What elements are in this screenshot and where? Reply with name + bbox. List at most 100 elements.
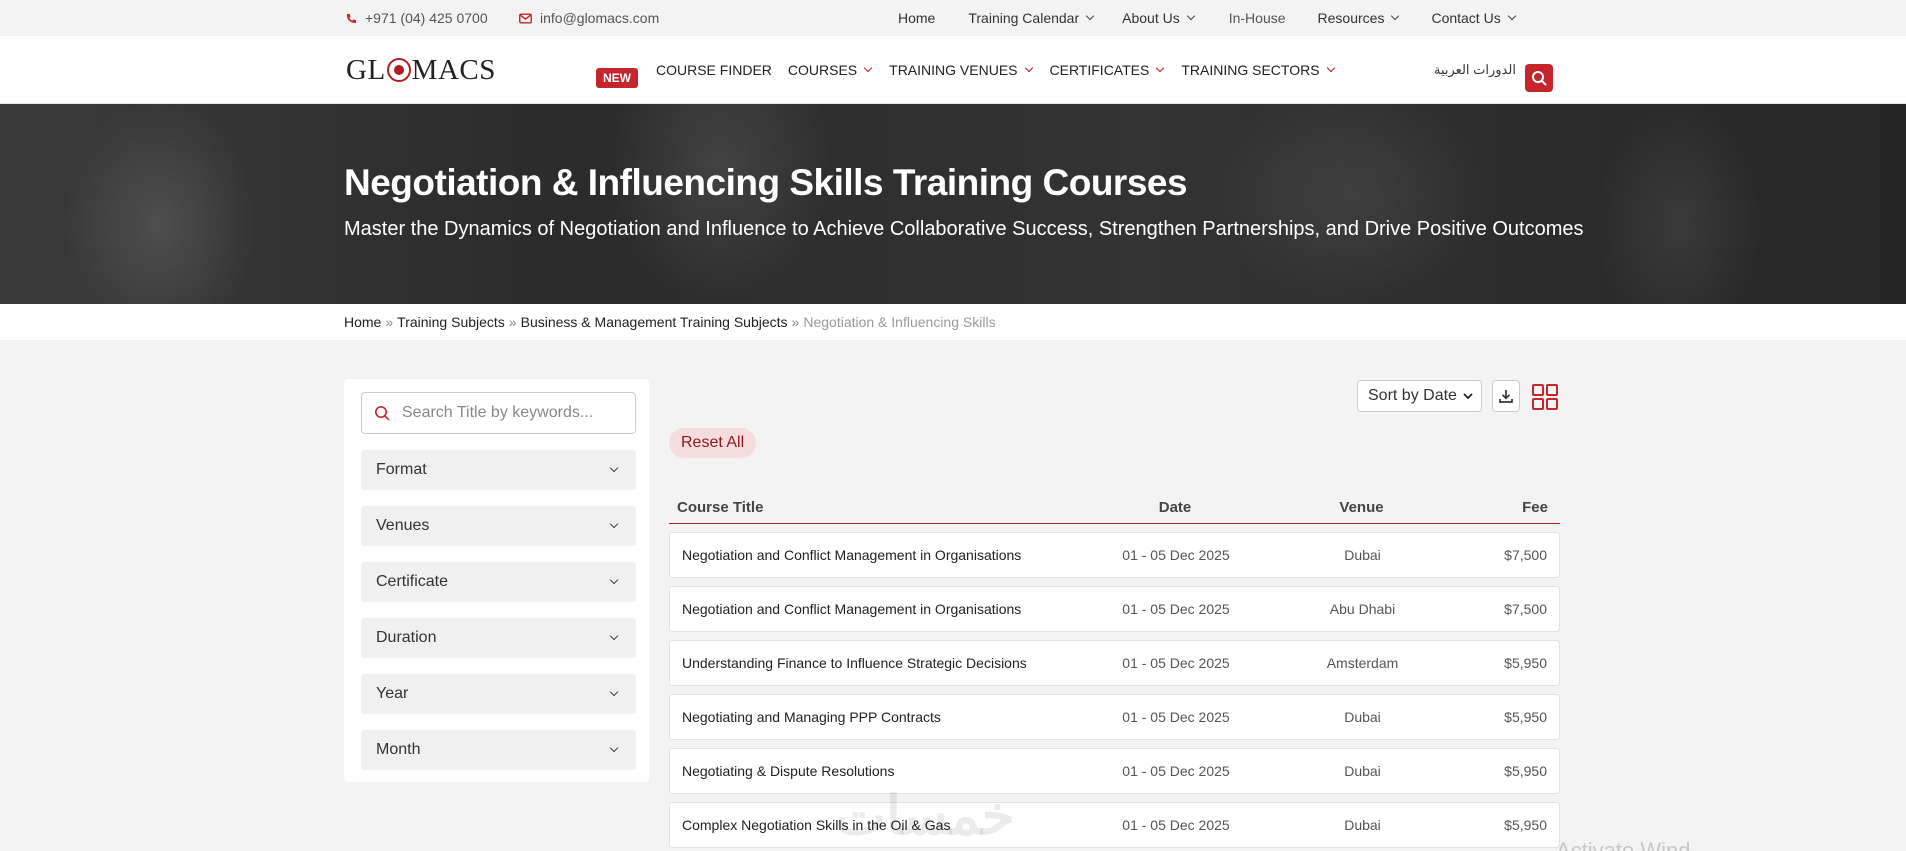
header-venue[interactable]: Venue xyxy=(1279,492,1444,523)
nav-training-sectors[interactable]: TRAINING SECTORS xyxy=(1181,62,1335,78)
top-nav-in-house[interactable]: In-House xyxy=(1229,10,1286,26)
table-row[interactable]: Negotiation and Conflict Management in O… xyxy=(669,532,1560,578)
chevron-down-icon xyxy=(609,575,619,585)
course-venue: Dubai xyxy=(1344,763,1381,779)
filter-year[interactable]: Year xyxy=(361,674,636,714)
top-nav-label: Resources xyxy=(1317,10,1385,26)
table-row[interactable]: Negotiation and Conflict Management in O… xyxy=(669,586,1560,632)
chevron-down-icon xyxy=(1507,11,1516,21)
breadcrumb-separator: » xyxy=(385,314,394,330)
phone-number[interactable]: +971 (04) 425 0700 xyxy=(365,10,488,26)
breadcrumb-training-subjects[interactable]: Training Subjects xyxy=(397,314,505,330)
course-date: 01 - 05 Dec 2025 xyxy=(1122,547,1230,563)
mail-icon xyxy=(519,12,532,24)
top-nav-label: Contact Us xyxy=(1431,10,1501,26)
chevron-down-icon xyxy=(1463,392,1473,399)
top-nav-training-calendar[interactable]: Training Calendar xyxy=(968,10,1095,26)
top-nav-label: Training Calendar xyxy=(968,10,1080,26)
logo-text-right: MACS xyxy=(411,53,496,86)
sort-select[interactable]: Sort by Date xyxy=(1357,380,1482,412)
course-venue: Abu Dhabi xyxy=(1329,601,1396,617)
header-search-button[interactable] xyxy=(1525,64,1553,92)
breadcrumb-separator: » xyxy=(791,314,800,330)
course-date: 01 - 05 Dec 2025 xyxy=(1122,709,1230,725)
download-icon xyxy=(1499,390,1513,403)
phone-contact[interactable]: +971 (04) 425 0700 xyxy=(346,0,488,36)
nav-course-finder[interactable]: COURSE FINDER xyxy=(656,62,772,78)
table-row[interactable]: Understanding Finance to Influence Strat… xyxy=(669,640,1560,686)
chevron-down-icon xyxy=(1391,11,1400,21)
course-venue: Amsterdam xyxy=(1326,655,1399,671)
email-contact[interactable]: info@glomacs.com xyxy=(519,0,659,36)
chevron-down-icon xyxy=(1186,11,1195,21)
filter-label: Venues xyxy=(376,517,430,534)
breadcrumb-bar: Home » Training Subjects » Business & Ma… xyxy=(0,304,1906,340)
nav-label: COURSE FINDER xyxy=(656,62,772,78)
filter-duration[interactable]: Duration xyxy=(361,618,636,658)
nav-label: TRAINING SECTORS xyxy=(1181,62,1320,78)
chevron-down-icon xyxy=(1085,11,1095,21)
phone-icon xyxy=(346,13,357,23)
course-fee: $5,950 xyxy=(1504,709,1547,725)
filter-certificate[interactable]: Certificate xyxy=(361,562,636,602)
reset-all-button[interactable]: Reset All xyxy=(669,428,757,458)
filter-label: Certificate xyxy=(376,573,449,590)
top-nav-resources[interactable]: Resources xyxy=(1317,10,1400,26)
globe-icon xyxy=(386,58,411,82)
course-date: 01 - 05 Dec 2025 xyxy=(1122,817,1230,833)
top-nav-about-us[interactable]: About Us xyxy=(1122,10,1195,26)
breadcrumb-home[interactable]: Home xyxy=(344,314,381,330)
nav-courses[interactable]: COURSES xyxy=(787,62,873,78)
breadcrumb-separator: » xyxy=(508,314,517,330)
chevron-down-icon xyxy=(1024,63,1033,73)
header-course-title[interactable]: Course Title xyxy=(677,492,763,523)
chevron-down-icon xyxy=(609,519,619,529)
breadcrumb: Home » Training Subjects » Business & Ma… xyxy=(344,304,996,340)
top-utility-bar: +971 (04) 425 0700 info@glomacs.com Home… xyxy=(0,0,1906,36)
hero-banner: Negotiation & Influencing Skills Trainin… xyxy=(0,104,1906,304)
header-date[interactable]: Date xyxy=(1080,492,1270,523)
table-row[interactable]: Negotiating & Dispute Resolutions 01 - 0… xyxy=(669,748,1560,794)
top-nav-home[interactable]: Home xyxy=(898,10,935,26)
course-title[interactable]: Understanding Finance to Influence Strat… xyxy=(682,641,1027,685)
top-nav-label: About Us xyxy=(1122,10,1180,26)
course-title[interactable]: Negotiating and Managing PPP Contracts xyxy=(682,695,941,739)
chevron-down-icon xyxy=(609,743,619,753)
top-nav-contact-us[interactable]: Contact Us xyxy=(1431,10,1516,26)
search-icon xyxy=(375,406,390,421)
filter-format[interactable]: Format xyxy=(361,450,636,490)
chevron-down-icon xyxy=(863,63,873,73)
filter-month[interactable]: Month xyxy=(361,730,636,770)
keyword-search-input[interactable]: Search Title by keywords... xyxy=(361,392,636,434)
email-address[interactable]: info@glomacs.com xyxy=(540,10,659,26)
nav-certificates[interactable]: CERTIFICATES xyxy=(1050,62,1165,78)
filter-label: Year xyxy=(376,685,409,702)
download-button[interactable] xyxy=(1492,380,1520,412)
main-header: GL MACS NEW COURSE FINDER COURSES TRAINI… xyxy=(0,36,1906,104)
top-nav-label: In-House xyxy=(1228,10,1286,26)
nav-label: TRAINING VENUES xyxy=(889,62,1018,78)
new-badge: NEW xyxy=(596,68,638,88)
breadcrumb-business-management[interactable]: Business & Management Training Subjects xyxy=(521,314,788,330)
nav-label: COURSES xyxy=(787,62,858,78)
breadcrumb-current: Negotiation & Influencing Skills xyxy=(803,314,996,330)
chevron-down-icon xyxy=(1156,63,1165,73)
course-title[interactable]: Negotiation and Conflict Management in O… xyxy=(682,533,1021,577)
course-fee: $5,950 xyxy=(1504,817,1547,833)
course-fee: $5,950 xyxy=(1504,763,1547,779)
glomacs-logo[interactable]: GL MACS xyxy=(346,52,496,88)
grid-view-button[interactable] xyxy=(1532,384,1558,410)
course-title[interactable]: Negotiation and Conflict Management in O… xyxy=(682,587,1021,631)
course-venue: Dubai xyxy=(1344,709,1381,725)
filter-venues[interactable]: Venues xyxy=(361,506,636,546)
arabic-courses-link[interactable]: الدورات العربية xyxy=(1434,36,1516,104)
logo-text-left: GL xyxy=(346,53,386,86)
table-row[interactable]: Complex Negotiation Skills in the Oil & … xyxy=(669,802,1560,848)
header-fee[interactable]: Fee xyxy=(1522,492,1548,523)
watermark: خمسات xyxy=(835,786,1016,846)
table-row[interactable]: Negotiating and Managing PPP Contracts 0… xyxy=(669,694,1560,740)
nav-training-venues[interactable]: TRAINING VENUES xyxy=(889,62,1033,78)
filter-sidebar: Search Title by keywords... Format Venue… xyxy=(344,379,649,782)
search-icon xyxy=(1532,71,1547,86)
chevron-down-icon xyxy=(609,687,619,697)
